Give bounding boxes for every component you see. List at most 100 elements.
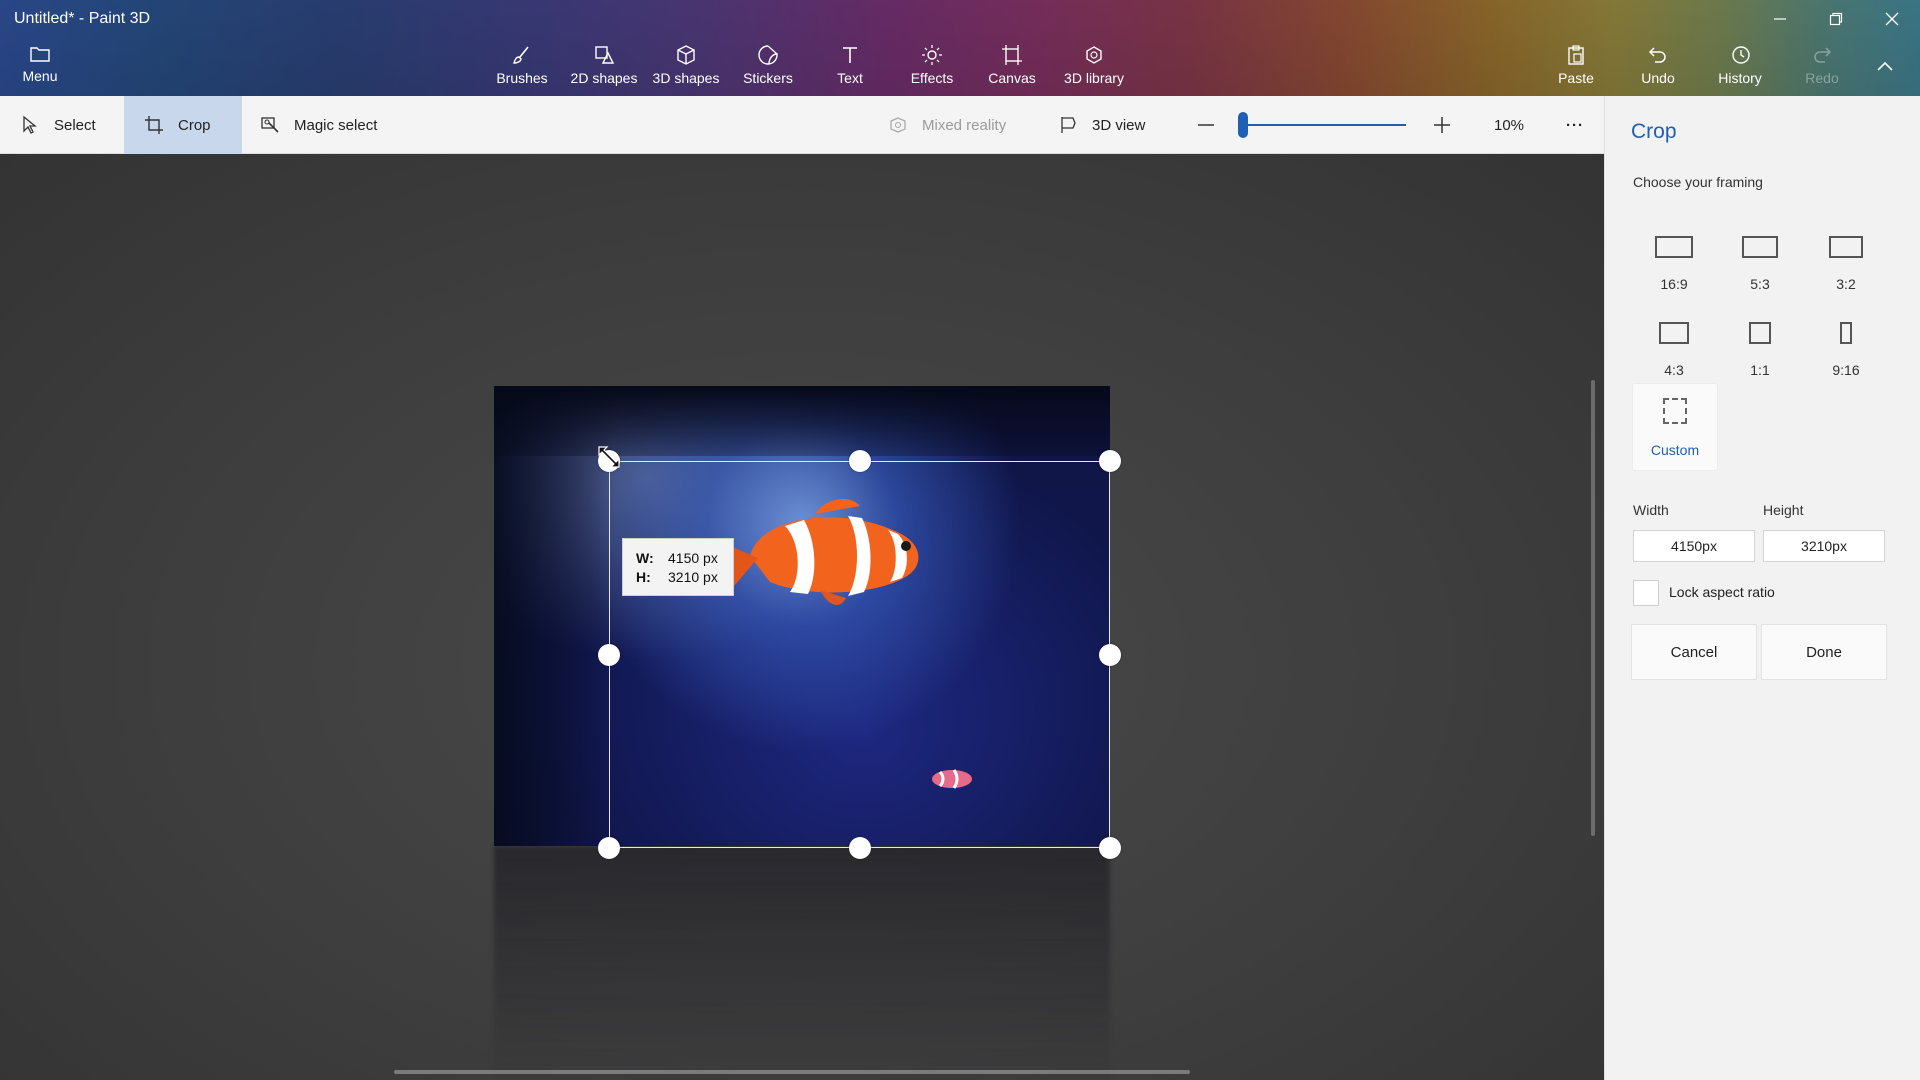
tool-label: Stickers bbox=[743, 70, 793, 86]
tool-brushes[interactable]: Brushes bbox=[480, 44, 564, 94]
tool-undo[interactable]: Undo bbox=[1616, 44, 1700, 94]
custom-label: Custom bbox=[1650, 442, 1700, 458]
tool-effects[interactable]: Effects bbox=[890, 44, 974, 94]
tool-3d-shapes[interactable]: 3D shapes bbox=[644, 44, 728, 94]
zoom-slider-thumb[interactable] bbox=[1238, 112, 1248, 138]
mixed-reality-button[interactable]: Mixed reality bbox=[888, 96, 1038, 154]
ratio-label: 4:3 bbox=[1664, 362, 1684, 378]
crop-button[interactable]: Crop bbox=[124, 96, 242, 154]
menu-button[interactable]: Menu bbox=[8, 44, 72, 92]
folder-icon bbox=[30, 47, 50, 62]
ratio-5-3-button[interactable]: 5:3 bbox=[1717, 226, 1803, 306]
crop-handle-top-right[interactable] bbox=[1099, 450, 1121, 472]
crop-label: Crop bbox=[178, 116, 211, 134]
ratio-9-16-button[interactable]: 9:16 bbox=[1803, 312, 1889, 392]
crop-handle-middle-left[interactable] bbox=[598, 644, 620, 666]
height-label: Height bbox=[1763, 502, 1804, 518]
3d-view-label: 3D view bbox=[1092, 116, 1146, 134]
tool-label: Effects bbox=[910, 70, 954, 86]
tooltip-height-value: 3210 px bbox=[668, 569, 718, 585]
crop-handle-bottom-right[interactable] bbox=[1099, 837, 1121, 859]
zoom-in-button[interactable] bbox=[1428, 96, 1456, 154]
tooltip-width-value: 4150 px bbox=[668, 550, 718, 566]
tool-label: Brushes bbox=[496, 70, 548, 86]
close-button[interactable] bbox=[1864, 0, 1920, 38]
menu-label: Menu bbox=[22, 68, 58, 84]
ratio-label: 1:1 bbox=[1750, 362, 1770, 378]
height-input[interactable]: 3210px bbox=[1763, 530, 1885, 562]
tool-label: 3D library bbox=[1064, 70, 1124, 86]
restore-icon bbox=[1829, 12, 1843, 26]
panel-subtitle: Choose your framing bbox=[1633, 174, 1763, 190]
horizontal-scrollbar[interactable] bbox=[394, 1070, 1190, 1074]
ratio-label: 5:3 bbox=[1750, 276, 1770, 292]
plus-icon bbox=[1434, 117, 1450, 133]
3d-cube-icon bbox=[677, 45, 695, 65]
width-input[interactable]: 4150px bbox=[1633, 530, 1755, 562]
collapse-ribbon-button[interactable] bbox=[1850, 56, 1920, 106]
ratio-custom-button[interactable]: Custom bbox=[1633, 384, 1717, 470]
magic-select-button[interactable]: Magic select bbox=[242, 96, 402, 154]
crop-handle-bottom-left[interactable] bbox=[598, 837, 620, 859]
tool-2d-shapes[interactable]: 2D shapes bbox=[562, 44, 646, 94]
flag-view-icon bbox=[1061, 117, 1076, 133]
restore-button[interactable] bbox=[1808, 0, 1864, 38]
title-ribbon-bar: Untitled* - Paint 3D Menu Brushes 2D sha… bbox=[0, 0, 1920, 96]
select-label: Select bbox=[54, 116, 96, 134]
ratio-4-3-icon bbox=[1659, 322, 1689, 344]
crop-handle-top-center[interactable] bbox=[849, 450, 871, 472]
cursor-icon bbox=[23, 115, 37, 134]
tool-history[interactable]: History bbox=[1698, 44, 1782, 94]
tool-paste[interactable]: Paste bbox=[1534, 44, 1618, 94]
ratio-1-1-icon bbox=[1749, 322, 1771, 344]
tool-label: History bbox=[1718, 70, 1762, 86]
crop-size-tooltip: W: 4150 px H: 3210 px bbox=[622, 538, 734, 596]
tool-label: Paste bbox=[1558, 70, 1594, 86]
crop-icon bbox=[145, 116, 163, 134]
ratio-label: 3:2 bbox=[1836, 276, 1856, 292]
sun-icon bbox=[922, 45, 942, 65]
more-options-button[interactable]: ··· bbox=[1560, 96, 1590, 154]
paste-icon bbox=[1568, 45, 1584, 65]
tooltip-width-key: W: bbox=[636, 550, 654, 566]
crop-selection-box[interactable] bbox=[609, 461, 1110, 848]
zoom-out-button[interactable] bbox=[1192, 96, 1220, 154]
minimize-icon bbox=[1774, 18, 1786, 20]
canvas-icon bbox=[1002, 45, 1022, 65]
3d-view-button[interactable]: 3D view bbox=[1058, 96, 1178, 154]
window-controls bbox=[1752, 0, 1920, 38]
ratio-1-1-button[interactable]: 1:1 bbox=[1717, 312, 1803, 392]
lock-aspect-ratio-checkbox[interactable] bbox=[1633, 580, 1659, 606]
minimize-button[interactable] bbox=[1752, 0, 1808, 38]
vertical-scrollbar[interactable] bbox=[1591, 380, 1595, 836]
crop-handle-bottom-center[interactable] bbox=[849, 837, 871, 859]
undo-icon bbox=[1648, 47, 1666, 63]
ratio-3-2-button[interactable]: 3:2 bbox=[1803, 226, 1889, 306]
ratio-16-9-button[interactable]: 16:9 bbox=[1631, 226, 1717, 306]
panel-title: Crop bbox=[1631, 120, 1677, 143]
tool-canvas[interactable]: Canvas bbox=[970, 44, 1054, 94]
brush-icon bbox=[513, 46, 529, 64]
width-label: Width bbox=[1633, 502, 1669, 518]
done-button[interactable]: Done bbox=[1761, 624, 1887, 680]
minus-icon bbox=[1198, 124, 1214, 126]
tool-label: Undo bbox=[1641, 70, 1675, 86]
ratio-16-9-icon bbox=[1655, 236, 1693, 258]
crop-handle-middle-right[interactable] bbox=[1099, 644, 1121, 666]
crop-panel: Crop Choose your framing 16:9 5:3 3:2 4:… bbox=[1604, 96, 1920, 1080]
tool-stickers[interactable]: Stickers bbox=[726, 44, 810, 94]
ratio-3-2-icon bbox=[1829, 236, 1863, 258]
tool-3d-library[interactable]: 3D library bbox=[1052, 44, 1136, 94]
cancel-button[interactable]: Cancel bbox=[1631, 624, 1757, 680]
lock-aspect-ratio-label: Lock aspect ratio bbox=[1669, 584, 1775, 600]
tool-label: Text bbox=[837, 70, 863, 86]
select-button[interactable]: Select bbox=[0, 96, 124, 154]
sticker-icon bbox=[758, 45, 778, 65]
redo-icon bbox=[1814, 47, 1832, 63]
mixed-reality-icon bbox=[890, 117, 906, 133]
zoom-slider-track[interactable] bbox=[1242, 124, 1406, 126]
3d-library-icon bbox=[1086, 46, 1102, 64]
tool-label: Redo bbox=[1805, 70, 1839, 86]
ratio-4-3-button[interactable]: 4:3 bbox=[1631, 312, 1717, 392]
tool-text[interactable]: Text bbox=[808, 44, 892, 94]
